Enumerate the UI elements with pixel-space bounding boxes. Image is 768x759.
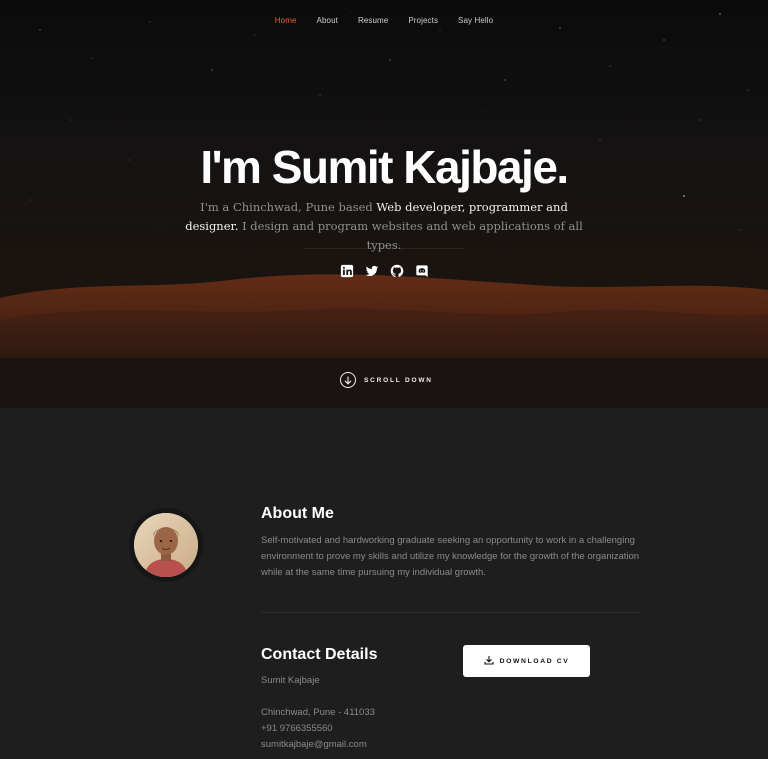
hero-subtitle: I'm a Chinchwad, Pune based Web develope… bbox=[184, 198, 584, 255]
twitter-icon[interactable] bbox=[365, 264, 379, 278]
hero-subtitle-intro: I'm a Chinchwad, Pune based bbox=[200, 200, 377, 214]
hero-title: I'm Sumit Kajbaje. bbox=[200, 141, 569, 193]
social-links bbox=[0, 264, 768, 278]
download-icon bbox=[484, 652, 494, 670]
contact-email: sumitkajbaje@gmail.com bbox=[261, 739, 367, 750]
nav-item-say-hello[interactable]: Say Hello bbox=[448, 16, 503, 25]
contact-name: Sumit Kajbaje bbox=[261, 675, 320, 686]
arrow-down-icon bbox=[340, 372, 356, 388]
avatar bbox=[134, 513, 198, 577]
github-icon[interactable] bbox=[390, 264, 404, 278]
nav-item-about[interactable]: About bbox=[307, 16, 348, 25]
download-cv-button[interactable]: DOWNLOAD CV bbox=[463, 645, 590, 677]
hero-divider bbox=[304, 248, 464, 249]
nav-item-projects[interactable]: Projects bbox=[398, 16, 448, 25]
download-cv-label: DOWNLOAD CV bbox=[499, 657, 570, 665]
hero-section: Home About Resume Projects Say Hello I'm… bbox=[0, 0, 768, 408]
discord-icon[interactable] bbox=[415, 264, 429, 278]
nav-item-resume[interactable]: Resume bbox=[348, 16, 398, 25]
main-nav: Home About Resume Projects Say Hello bbox=[0, 16, 768, 25]
section-divider bbox=[261, 612, 641, 613]
scroll-down-link[interactable]: SCROLL DOWN bbox=[340, 372, 433, 388]
contact-phone: +91 9766355560 bbox=[261, 723, 333, 734]
contact-title: Contact Details bbox=[261, 646, 378, 663]
about-title: About Me bbox=[261, 505, 334, 522]
linkedin-icon[interactable] bbox=[340, 264, 354, 278]
about-text: Self-motivated and hardworking graduate … bbox=[261, 535, 640, 579]
nav-item-home[interactable]: Home bbox=[265, 16, 307, 25]
scroll-down-label: SCROLL DOWN bbox=[364, 376, 433, 384]
contact-address: Chinchwad, Pune - 411033 bbox=[261, 707, 375, 718]
